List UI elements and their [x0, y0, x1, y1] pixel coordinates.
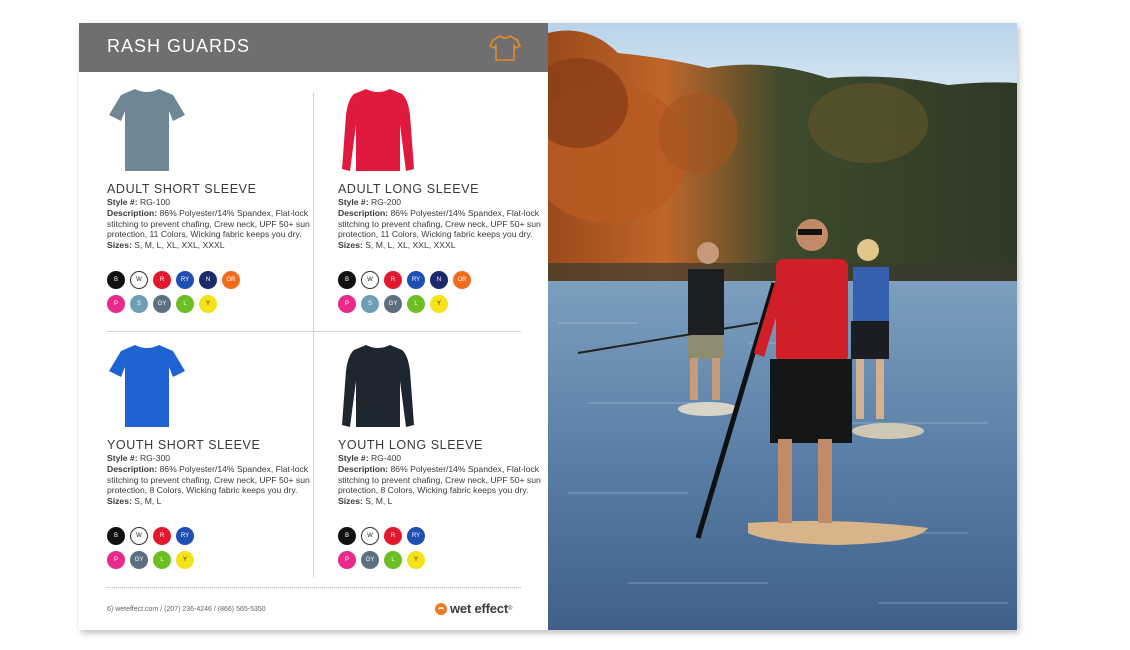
color-swatch-l: L — [407, 295, 425, 313]
left-page: RASH GUARDS ADULT SHORT SLEEVE Style #: … — [79, 23, 548, 630]
swatch-row: B W R RY — [338, 527, 558, 545]
color-swatch-y: Y — [199, 295, 217, 313]
color-swatch-r: R — [153, 271, 171, 289]
color-swatch-ry: RY — [176, 271, 194, 289]
horizontal-divider — [107, 331, 521, 332]
color-swatches: B W R RY P GY L Y — [338, 527, 558, 575]
product-details: Style #: RG-300 Description: 86% Polyest… — [107, 453, 310, 507]
color-swatch-w: W — [361, 271, 379, 289]
brand-logo: wet effect ® — [435, 601, 512, 616]
paddleboard-photo — [548, 23, 1017, 630]
color-swatch-n: N — [430, 271, 448, 289]
swatch-row: P GY L Y — [338, 551, 558, 569]
catalog-spread: RASH GUARDS ADULT SHORT SLEEVE Style #: … — [79, 23, 1017, 630]
color-swatch-ry: RY — [407, 527, 425, 545]
color-swatches: B W R RY P GY L Y — [107, 527, 327, 575]
logo-text: wet effect — [450, 601, 508, 616]
color-swatch-b: B — [338, 527, 356, 545]
section-title: RASH GUARDS — [107, 36, 251, 56]
color-swatch-b: B — [338, 271, 356, 289]
color-swatch-l: L — [153, 551, 171, 569]
color-swatch-w: W — [361, 527, 379, 545]
color-swatch-r: R — [384, 271, 402, 289]
wave-logo-icon — [435, 602, 447, 615]
product-name: ADULT SHORT SLEEVE — [107, 182, 257, 196]
page-footer: 6) weteffect.com / (207) 236-4246 / (866… — [107, 606, 266, 613]
shirt-outline-icon — [489, 35, 521, 61]
color-swatch-b: B — [107, 271, 125, 289]
swatch-row: P S GY L Y — [107, 295, 327, 313]
swatch-row: B W R RY N OR — [107, 271, 327, 289]
color-swatch-y: Y — [407, 551, 425, 569]
color-swatch-l: L — [384, 551, 402, 569]
color-swatch-p: P — [338, 551, 356, 569]
short-sleeve-shirt-icon — [109, 345, 185, 427]
product-details: Style #: RG-100 Description: 86% Polyest… — [107, 197, 310, 251]
product-details: Style #: RG-200 Description: 86% Polyest… — [338, 197, 541, 251]
color-swatch-s: S — [361, 295, 379, 313]
color-swatch-r: R — [153, 527, 171, 545]
product-name: YOUTH LONG SLEEVE — [338, 438, 483, 452]
color-swatch-or: OR — [453, 271, 471, 289]
color-swatches: B W R RY N OR P S GY L Y — [338, 271, 558, 319]
lifestyle-photo — [548, 23, 1017, 630]
color-swatch-p: P — [338, 295, 356, 313]
color-swatch-p: P — [107, 295, 125, 313]
long-sleeve-shirt-icon — [342, 345, 414, 427]
color-swatch-gy: GY — [384, 295, 402, 313]
product-name: YOUTH SHORT SLEEVE — [107, 438, 261, 452]
color-swatch-ry: RY — [407, 271, 425, 289]
color-swatch-gy: GY — [130, 551, 148, 569]
color-swatch-gy: GY — [361, 551, 379, 569]
color-swatch-y: Y — [176, 551, 194, 569]
color-swatch-r: R — [384, 527, 402, 545]
footer-rule — [107, 587, 521, 588]
product-name: ADULT LONG SLEEVE — [338, 182, 480, 196]
trademark-symbol: ® — [507, 605, 513, 612]
color-swatch-l: L — [176, 295, 194, 313]
color-swatch-n: N — [199, 271, 217, 289]
swatch-row: P S GY L Y — [338, 295, 558, 313]
color-swatch-or: OR — [222, 271, 240, 289]
color-swatch-ry: RY — [176, 527, 194, 545]
short-sleeve-shirt-icon — [109, 89, 185, 171]
product-details: Style #: RG-400 Description: 86% Polyest… — [338, 453, 541, 507]
color-swatch-p: P — [107, 551, 125, 569]
color-swatch-b: B — [107, 527, 125, 545]
color-swatch-w: W — [130, 271, 148, 289]
color-swatches: B W R RY N OR P S GY L Y — [107, 271, 327, 319]
swatch-row: P GY L Y — [107, 551, 327, 569]
swatch-row: B W R RY N OR — [338, 271, 558, 289]
long-sleeve-shirt-icon — [342, 89, 414, 171]
color-swatch-gy: GY — [153, 295, 171, 313]
color-swatch-y: Y — [430, 295, 448, 313]
swatch-row: B W R RY — [107, 527, 327, 545]
contact-info: weteffect.com / (207) 236-4246 / (866) 5… — [115, 606, 266, 613]
color-swatch-s: S — [130, 295, 148, 313]
section-header: RASH GUARDS — [79, 23, 548, 72]
color-swatch-w: W — [130, 527, 148, 545]
